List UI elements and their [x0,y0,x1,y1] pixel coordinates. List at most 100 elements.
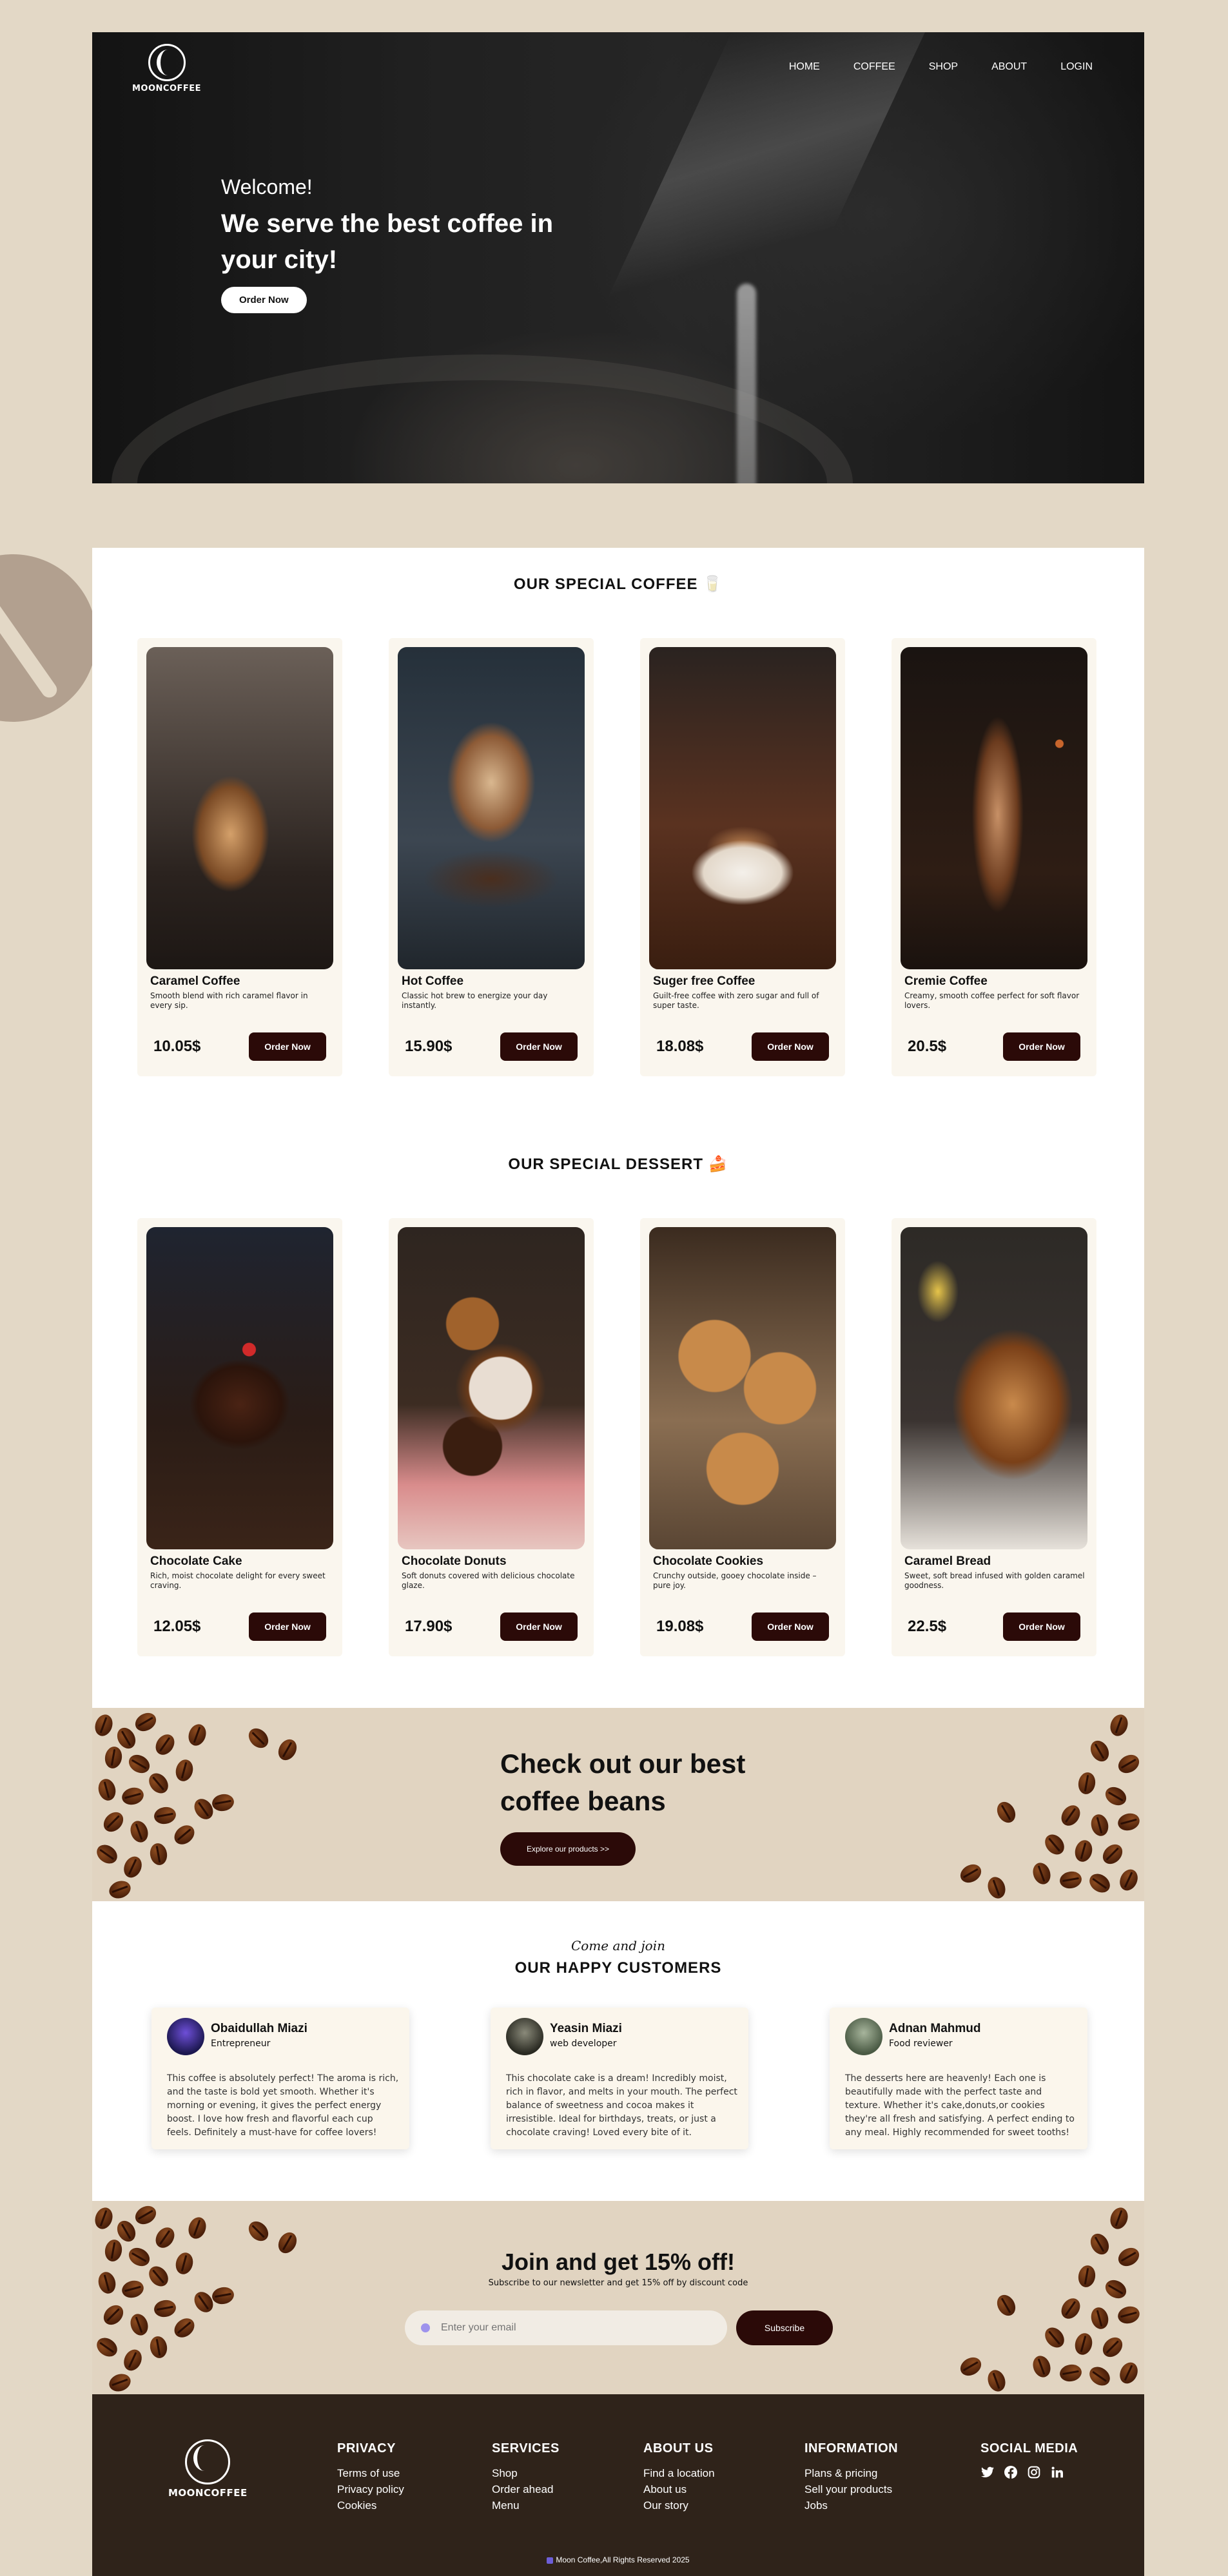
avatar [845,2018,882,2055]
footer-link[interactable]: Find a location [643,2465,715,2481]
instagram-icon[interactable] [1027,2465,1041,2479]
linkedin-icon[interactable] [1050,2465,1064,2479]
product-desc: Guilt-free coffee with zero sugar and fu… [653,991,819,1010]
nav-shop[interactable]: SHOP [929,61,958,73]
product-desc: Sweet, soft bread infused with golden ca… [904,1571,1085,1590]
nav-coffee[interactable]: COFFEE [853,61,895,73]
product-price: 20.5$ [908,1038,947,1055]
caramel-bread-image [901,1227,1087,1549]
order-now-button[interactable]: Order Now [249,1032,326,1061]
hero-headline: We serve the best coffee in your city! [221,209,553,274]
footer-logo[interactable]: MOONCOFFEE [168,2439,248,2499]
testimonial-role: Food reviewer [889,2039,953,2049]
product-desc: Classic hot brew to energize your day in… [402,991,548,1010]
product-name: Chocolate Cake [150,1554,242,1568]
avatar [167,2018,204,2055]
order-now-button[interactable]: Order Now [249,1612,326,1641]
footer-link[interactable]: Terms of use [337,2465,404,2481]
order-now-button[interactable]: Order Now [752,1612,829,1641]
sugar-free-coffee-image [649,647,836,969]
footer-link[interactable]: Sell your products [804,2481,898,2497]
testimonials-title: OUR HAPPY CUSTOMERS [514,1959,722,1977]
product-price: 22.5$ [908,1618,947,1635]
footer-link[interactable]: Jobs [804,2497,898,2513]
footer-logo-text: MOONCOFFEE [168,2487,248,2499]
testimonial-role: Entrepreneur [211,2039,271,2049]
nav-home[interactable]: HOME [789,61,820,73]
hero-order-button[interactable]: Order Now [221,287,307,313]
testimonials-script-heading: Come and join [571,1938,665,1953]
dessert-grid: Chocolate Cake Rich, moist chocolate del… [137,1218,1096,1656]
nav-login[interactable]: LOGIN [1060,61,1093,73]
beans-left-decoration [92,2201,324,2394]
product-card: Caramel Bread Sweet, soft bread infused … [892,1218,1096,1656]
testimonial-role: web developer [550,2039,617,2049]
beans-headline: Check out our best coffee beans [500,1748,746,1816]
moon-logo-icon [185,2439,231,2484]
product-card: Hot Coffee Classic hot brew to energize … [389,638,594,1076]
dessert-section-title: OUR SPECIAL DESSERT 🍰 [508,1156,728,1173]
product-name: Caramel Bread [904,1554,991,1568]
subscribe-button[interactable]: Subscribe [736,2310,833,2345]
order-now-button[interactable]: Order Now [752,1032,829,1061]
footer-link[interactable]: Privacy policy [337,2481,404,2497]
testimonial-text: The desserts here are heavenly! Each one… [845,2073,1075,2138]
testimonials-section: Come and join OUR HAPPY CUSTOMERS Obaidu… [92,1901,1144,2201]
copyright-text: Moon Coffee,All Rights Reserved 2025 [556,2555,690,2564]
beans-left-decoration [92,1708,324,1901]
footer-link[interactable]: Order ahead [492,2481,560,2497]
email-field[interactable] [405,2310,727,2345]
product-card: Chocolate Cake Rich, moist chocolate del… [137,1218,342,1656]
footer-link[interactable]: Plans & pricing [804,2465,898,2481]
hero-section: MOONCOFFEE HOME COFFEE SHOP ABOUT LOGIN … [92,32,1144,483]
product-price: 17.90$ [405,1618,453,1635]
footer-link[interactable]: About us [643,2481,715,2497]
product-name: Caramel Coffee [150,974,240,988]
product-card: Chocolate Donuts Soft donuts covered wit… [389,1218,594,1656]
explore-products-button[interactable]: Explore our products >> [500,1832,636,1866]
order-now-button[interactable]: Order Now [500,1612,578,1641]
product-price: 12.05$ [153,1618,201,1635]
footer-link[interactable]: Cookies [337,2497,404,2513]
cremie-coffee-image [901,647,1087,969]
footer-col-title: SOCIAL MEDIA [980,2441,1078,2455]
product-card: Cremie Coffee Creamy, smooth coffee perf… [892,638,1096,1076]
product-card: Caramel Coffee Smooth blend with rich ca… [137,638,342,1076]
brand-logo[interactable]: MOONCOFFEE [132,44,201,93]
order-now-button[interactable]: Order Now [1003,1612,1080,1641]
newsletter-subtext: Subscribe to our newsletter and get 15% … [488,2278,748,2288]
hero-welcome: Welcome! [221,175,313,199]
testimonial-card: Adnan Mahmud Food reviewer The desserts … [830,2008,1087,2149]
twitter-icon[interactable] [980,2465,995,2479]
footer: MOONCOFFEE PRIVACY Terms of use Privacy … [92,2394,1144,2576]
order-now-button[interactable]: Order Now [500,1032,578,1061]
menu-section: OUR SPECIAL COFFEE 🥛 Caramel Coffee Smoo… [92,548,1144,1708]
footer-link[interactable]: Our story [643,2497,715,2513]
product-name: Hot Coffee [402,974,464,988]
footer-link[interactable]: Menu [492,2497,560,2513]
newsletter-headline: Join and get 15% off! [501,2249,736,2275]
testimonial-card: Obaidullah Miazi Entrepreneur This coffe… [151,2008,409,2149]
footer-col-title: PRIVACY [337,2441,396,2455]
product-price: 19.08$ [656,1618,704,1635]
newsletter-section: Join and get 15% off! Subscribe to our n… [92,2201,1144,2394]
beans-right-decoration [937,1708,1144,1901]
product-card: Suger free Coffee Guilt-free coffee with… [640,638,845,1076]
email-icon [421,2323,430,2332]
hero-text: Welcome! We serve the best coffee in you… [221,175,556,313]
footer-col-title: SERVICES [492,2441,560,2455]
product-desc: Creamy, smooth coffee perfect for soft f… [904,991,1080,1010]
footer-link[interactable]: Shop [492,2465,560,2481]
footer-col-title: INFORMATION [804,2441,899,2455]
nav-about[interactable]: ABOUT [991,61,1027,73]
product-name: Suger free Coffee [653,974,755,988]
caramel-coffee-image [146,647,333,969]
copyright: Moon Coffee,All Rights Reserved 2025 [92,2555,1144,2564]
facebook-icon[interactable] [1004,2465,1018,2479]
social-links [980,2465,1078,2479]
footer-col-social: SOCIAL MEDIA [980,2441,1078,2479]
coffee-grid: Caramel Coffee Smooth blend with rich ca… [137,638,1096,1076]
footer-col-about: ABOUT US Find a location About us Our st… [643,2441,715,2513]
brand-logo-text: MOONCOFFEE [132,84,202,93]
order-now-button[interactable]: Order Now [1003,1032,1080,1061]
